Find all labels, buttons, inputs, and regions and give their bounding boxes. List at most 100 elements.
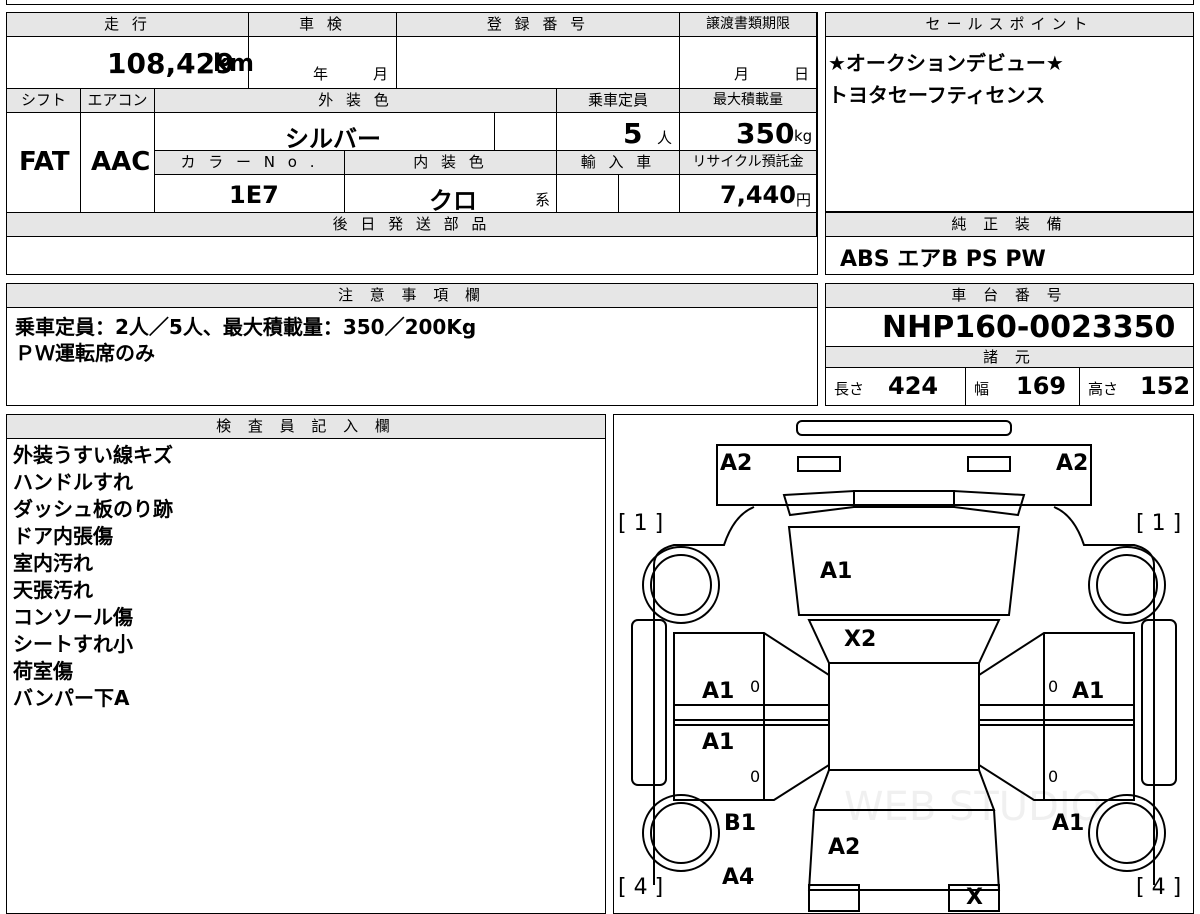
transfer-month-unit: 月 <box>734 65 750 83</box>
vehicle-info-block: 走 行 車 検 登 録 番 号 譲渡書類期限 108,429 km 年 月 月 … <box>6 12 818 275</box>
interior-color-suffix: 系 <box>535 191 551 209</box>
inspector-label: 検 査 員 記 入 欄 <box>7 415 605 439</box>
height-cell: 高さ 152 <box>1080 368 1193 405</box>
registration-cell <box>397 37 680 89</box>
ac-label: エアコン <box>81 89 155 113</box>
sales-points-line-2: トヨタセーフティセンス <box>828 83 1046 107</box>
recycle-label: リサイクル預託金 <box>680 151 817 175</box>
car-outline: WEB STUDIO <box>631 420 1177 912</box>
max-load-value: 350 <box>736 117 795 150</box>
inspector-line: シートすれ小 <box>13 632 133 656</box>
mark-hood: A1 <box>820 559 853 584</box>
notes-line-2: ＰＷ運転席のみ <box>15 341 155 365</box>
interior-color-cell: クロ 系 <box>345 175 557 215</box>
inspector-line: 荷室傷 <box>13 659 73 683</box>
shift-label: シフト <box>7 89 81 113</box>
inspector-block: 検 査 員 記 入 欄 外装うすい線キズ ハンドルすれダッシュ板のり跡 ドア内張傷室… <box>6 414 606 914</box>
height-value: 152 <box>1140 372 1191 400</box>
mark-right-front-door: A1 <box>1072 679 1105 704</box>
front-right-bracket: [ 1 ] <box>1136 511 1182 536</box>
recycle-value: 7,440 <box>720 181 796 209</box>
mileage-label: 走 行 <box>7 13 249 37</box>
color-no-cell: 1E7 <box>155 175 345 213</box>
mark-small-0-d: 0 <box>1048 767 1059 786</box>
sales-points-block: セールスポイント ★オークションデビュー★ トヨタセーフティセンス <box>825 12 1194 212</box>
color-no-label: カ ラ ー N o . <box>155 151 345 175</box>
mark-small-0-b: 0 <box>1048 677 1059 696</box>
interior-color-value: クロ <box>429 187 477 215</box>
mark-rear-center: X <box>966 885 983 910</box>
capacity-unit: 人 <box>657 129 673 147</box>
shift-value: FAT <box>19 147 70 177</box>
registration-label: 登 録 番 号 <box>397 13 680 37</box>
length-value: 424 <box>888 372 939 400</box>
max-load-label: 最大積載量 <box>680 89 817 113</box>
later-parts-label: 後 日 発 送 部 品 <box>7 213 817 237</box>
equipment-label: 純 正 装 備 <box>826 213 1193 237</box>
mileage-unit: km <box>213 49 254 77</box>
mark-windshield: X2 <box>844 627 877 652</box>
inspector-lines: 外装うすい線キズ ハンドルすれダッシュ板のり跡 ドア内張傷室内汚れ天張汚れコンソール… <box>13 442 173 712</box>
capacity-label: 乗車定員 <box>557 89 680 113</box>
transfer-day-unit: 日 <box>794 65 810 83</box>
chassis-value: NHP160-0023350 <box>882 310 1176 345</box>
inspector-line: 外装うすい線キズ <box>13 443 173 467</box>
ac-value: AAC <box>91 147 151 177</box>
height-label: 高さ <box>1088 380 1119 398</box>
notes-block: 注 意 事 項 欄 乗車定員：2人／5人、最大積載量：350／200Kg ＰＷ運… <box>6 283 818 406</box>
exterior-color-cell: シルバー <box>155 113 495 153</box>
inspection-label: 車 検 <box>249 13 397 37</box>
exterior-color-extra <box>495 113 557 151</box>
notes-label: 注 意 事 項 欄 <box>7 284 817 308</box>
color-no-value: 1E7 <box>229 181 279 209</box>
mileage-cell: 108,429 km <box>7 37 254 89</box>
capacity-value: 5 <box>623 117 643 150</box>
later-parts-value <box>7 237 817 274</box>
max-load-unit: kg <box>794 127 813 145</box>
specs-label: 諸 元 <box>826 346 1193 368</box>
mark-front-right-corner: A2 <box>1056 451 1089 476</box>
inspector-line: 室内汚れ <box>13 551 93 575</box>
mark-rear-bumper: A4 <box>722 865 755 890</box>
front-left-bracket: [ 1 ] <box>618 511 664 536</box>
import-cell-b <box>619 175 680 213</box>
length-label: 長さ <box>834 380 865 398</box>
mark-small-0-a: 0 <box>750 677 761 696</box>
sales-points-label: セールスポイント <box>826 13 1193 37</box>
rear-right-bracket: [ 4 ] <box>1136 875 1182 900</box>
damage-diagram: WEB STUDIO [ 1 ] [ 1 ] [ 4 ] [ 4 ] A2 A2… <box>613 414 1194 914</box>
import-label: 輸 入 車 <box>557 151 680 175</box>
chassis-block: 車 台 番 号 NHP160-0023350 諸 元 長さ 424 幅 169 … <box>825 283 1194 406</box>
ac-cell: AAC <box>81 113 155 213</box>
capacity-cell: 5 人 <box>557 113 680 151</box>
transfer-cell: 月 日 <box>680 37 817 89</box>
width-label: 幅 <box>974 380 990 398</box>
recycle-cell: 7,440 円 <box>680 175 817 213</box>
notes-line-1: 乗車定員：2人／5人、最大積載量：350／200Kg <box>15 315 477 339</box>
mark-roof-rear: A2 <box>828 835 861 860</box>
rear-left-bracket: [ 4 ] <box>618 875 664 900</box>
inspector-line: ドア内張傷 <box>13 524 113 548</box>
inspector-line: バンパー下A <box>13 686 130 710</box>
inspection-year-unit: 年 <box>313 65 329 83</box>
mark-right-rear-quarter: A1 <box>1052 811 1085 836</box>
inspector-line: ダッシュ板のり跡 <box>13 497 173 521</box>
mark-small-0-c: 0 <box>750 767 761 786</box>
exterior-color-label: 外 装 色 <box>155 89 557 113</box>
max-load-cell: 350 kg <box>680 113 817 151</box>
inspector-line: ハンドルすれ <box>13 470 133 494</box>
chassis-label: 車 台 番 号 <box>826 284 1193 308</box>
interior-color-label: 内 装 色 <box>345 151 557 175</box>
width-value: 169 <box>1016 372 1067 400</box>
inspector-line: 天張汚れ <box>13 578 93 602</box>
exterior-color-value: シルバー <box>285 125 381 153</box>
mark-left-rear-quarter: B1 <box>724 811 757 836</box>
transfer-label: 譲渡書類期限 <box>680 13 817 37</box>
length-cell: 長さ 424 <box>826 368 966 405</box>
shift-cell: FAT <box>7 113 81 213</box>
mark-left-front-door: A1 <box>702 679 735 704</box>
mark-front-left-corner: A2 <box>720 451 753 476</box>
top-strip <box>6 0 1194 5</box>
inspector-line: コンソール傷 <box>13 605 133 629</box>
sales-points-line-1: ★オークションデビュー★ <box>828 51 1064 75</box>
